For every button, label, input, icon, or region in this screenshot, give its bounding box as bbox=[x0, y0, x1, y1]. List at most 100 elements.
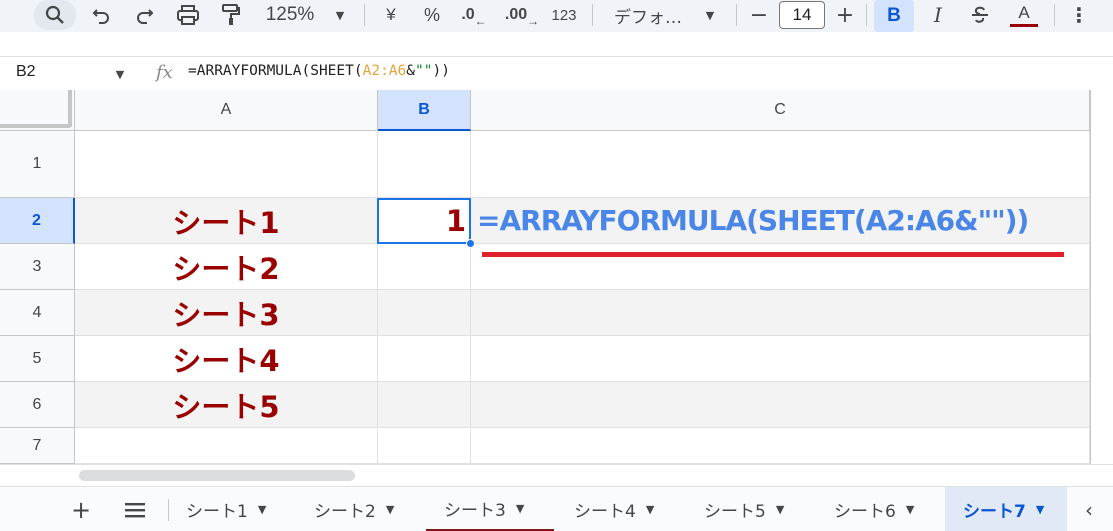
cell-b5[interactable] bbox=[378, 336, 471, 382]
tab-caret-icon[interactable]: ▼ bbox=[516, 502, 524, 515]
cell-a4[interactable]: シート3 bbox=[75, 290, 378, 336]
undo-button[interactable] bbox=[86, 0, 116, 30]
formula-prefix: =ARRAYFORMULA(SHEET( bbox=[188, 63, 363, 79]
tab-label: シート3 bbox=[444, 500, 506, 521]
table-row: シート4 bbox=[75, 336, 1090, 382]
print-button[interactable] bbox=[172, 0, 204, 30]
font-family-select[interactable]: デフォ… bbox=[606, 0, 690, 30]
cell-b2[interactable]: 1 bbox=[378, 198, 471, 244]
freeze-row-handle[interactable] bbox=[0, 124, 70, 128]
formula-suffix: )) bbox=[432, 63, 450, 79]
font-dropdown-chevron-icon[interactable]: ▼ bbox=[700, 0, 720, 30]
table-row: シート3 bbox=[75, 290, 1090, 336]
tab-caret-icon[interactable]: ▼ bbox=[1036, 503, 1044, 516]
formula-input[interactable]: =ARRAYFORMULA(SHEET(A2:A6&"")) bbox=[188, 63, 450, 79]
right-gutter bbox=[1090, 90, 1113, 464]
cell-c2[interactable]: =ARRAYFORMULA(SHEET(A2:A6&"")) bbox=[471, 198, 1090, 244]
cell-c1[interactable] bbox=[471, 131, 1090, 198]
tab-sheet5[interactable]: シート5 ▼ bbox=[686, 487, 814, 531]
annotation-underline bbox=[482, 252, 1064, 257]
zoom-value[interactable]: 125% bbox=[258, 0, 322, 30]
cell-c7[interactable] bbox=[471, 428, 1090, 464]
cell-b4[interactable] bbox=[378, 290, 471, 336]
add-sheet-icon[interactable]: + bbox=[66, 487, 96, 531]
fill-handle[interactable] bbox=[466, 239, 475, 248]
paint-format-button[interactable] bbox=[216, 0, 246, 30]
tab-caret-icon[interactable]: ▼ bbox=[386, 503, 394, 516]
row-header-5[interactable]: 5 bbox=[0, 336, 75, 382]
row-header-7[interactable]: 7 bbox=[0, 428, 75, 464]
tab-caret-icon[interactable]: ▼ bbox=[646, 503, 654, 516]
font-size-input[interactable]: 14 bbox=[779, 1, 825, 29]
column-header-a[interactable]: A bbox=[75, 90, 378, 131]
row-header-6[interactable]: 6 bbox=[0, 382, 75, 428]
tab-sheet7[interactable]: シート7 ▼ bbox=[945, 487, 1067, 531]
text-color-swatch bbox=[1010, 23, 1038, 27]
tab-sheet1[interactable]: シート1 ▼ bbox=[168, 487, 296, 531]
cell-b3[interactable] bbox=[378, 244, 471, 290]
strikethrough-button[interactable] bbox=[964, 0, 996, 30]
tab-caret-icon[interactable]: ▼ bbox=[776, 503, 784, 516]
scroll-tabs-left-icon[interactable]: ‹ bbox=[1074, 487, 1104, 531]
text-color-button[interactable]: A bbox=[1008, 0, 1040, 30]
cell-a1[interactable] bbox=[75, 131, 378, 198]
cell-a2[interactable]: シート1 bbox=[75, 198, 378, 244]
more-formats-button[interactable]: 123 bbox=[546, 0, 582, 30]
tab-caret-icon[interactable]: ▼ bbox=[258, 503, 266, 516]
name-box-chevron-icon[interactable]: ▼ bbox=[110, 59, 130, 89]
italic-button[interactable]: I bbox=[924, 0, 952, 30]
tab-sheet3[interactable]: シート3 ▼ bbox=[426, 487, 554, 531]
percent-format-button[interactable]: % bbox=[418, 0, 446, 30]
cell-a6[interactable]: シート5 bbox=[75, 382, 378, 428]
freeze-column-handle[interactable] bbox=[68, 90, 72, 127]
currency-format-button[interactable]: ¥ bbox=[378, 0, 404, 30]
cell-b6[interactable] bbox=[378, 382, 471, 428]
tab-sheet6[interactable]: シート6 ▼ bbox=[816, 487, 944, 531]
tab-label: シート5 bbox=[704, 502, 766, 522]
row-header-4[interactable]: 4 bbox=[0, 290, 75, 336]
tab-label: シート1 bbox=[186, 502, 248, 522]
tab-sheet4[interactable]: シート4 ▼ bbox=[556, 487, 684, 531]
cell-a7[interactable] bbox=[75, 428, 378, 464]
horizontal-scrollbar-thumb[interactable] bbox=[79, 470, 355, 481]
tab-sheet2[interactable]: シート2 ▼ bbox=[296, 487, 424, 531]
row-header-2[interactable]: 2 bbox=[0, 198, 75, 244]
redo-button[interactable] bbox=[130, 0, 160, 30]
search-menus-button[interactable] bbox=[34, 0, 76, 30]
formula-ampersand: & bbox=[406, 63, 415, 79]
fx-icon: fx bbox=[156, 62, 173, 83]
cell-c5[interactable] bbox=[471, 336, 1090, 382]
cell-c6[interactable] bbox=[471, 382, 1090, 428]
select-all-corner[interactable] bbox=[0, 90, 75, 131]
tab-caret-icon[interactable]: ▼ bbox=[906, 503, 914, 516]
formula-range-ref: A2:A6 bbox=[362, 63, 407, 79]
increase-decimal-button[interactable]: .00 → bbox=[504, 0, 540, 30]
column-header-b[interactable]: B bbox=[378, 90, 471, 131]
toolbar-separator bbox=[592, 4, 593, 26]
decrease-decimal-button[interactable]: .0 ← bbox=[456, 0, 492, 30]
table-row: シート1 1 =ARRAYFORMULA(SHEET(A2:A6&"")) bbox=[75, 198, 1090, 244]
table-row bbox=[75, 131, 1090, 198]
all-sheets-menu-icon[interactable] bbox=[118, 487, 152, 531]
zoom-dropdown-chevron-icon[interactable]: ▼ bbox=[330, 0, 350, 30]
tab-label: シート4 bbox=[574, 502, 636, 522]
column-header-c[interactable]: C bbox=[471, 90, 1090, 131]
print-icon bbox=[177, 5, 199, 25]
table-row: シート2 bbox=[75, 244, 1090, 290]
strikethrough-icon bbox=[972, 6, 988, 23]
increase-font-size-button[interactable]: + bbox=[832, 0, 858, 30]
cell-a3[interactable]: シート2 bbox=[75, 244, 378, 290]
row-header-1[interactable]: 1 bbox=[0, 131, 75, 198]
row-header-3[interactable]: 3 bbox=[0, 244, 75, 290]
name-box[interactable]: B2 bbox=[16, 63, 36, 81]
decrease-font-size-button[interactable]: − bbox=[746, 0, 772, 30]
cell-b1[interactable] bbox=[378, 131, 471, 198]
cell-b7[interactable] bbox=[378, 428, 471, 464]
bold-button[interactable]: B bbox=[874, 0, 914, 32]
cell-a5[interactable]: シート4 bbox=[75, 336, 378, 382]
cell-c4[interactable] bbox=[471, 290, 1090, 336]
more-options-icon[interactable]: ⋮ bbox=[1066, 0, 1092, 30]
horizontal-scrollbar[interactable] bbox=[0, 464, 1113, 486]
cell-c3[interactable] bbox=[471, 244, 1090, 290]
toolbar: 125% ▼ ¥ % .0 ← .00 → 123 デフォ… ▼ − 14 + … bbox=[0, 0, 1113, 56]
